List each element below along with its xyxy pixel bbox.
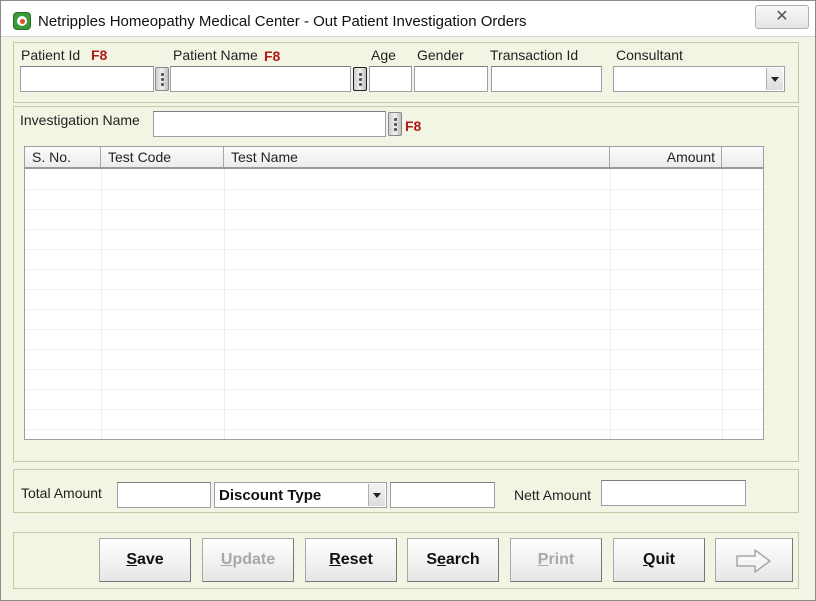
update-accelerator: U (220, 551, 233, 568)
print-label: rint (548, 551, 575, 568)
next-button[interactable] (715, 538, 793, 582)
row-divider (25, 269, 763, 270)
discount-type-selected-value: Discount Type (219, 487, 322, 504)
age-label: Age (371, 47, 396, 63)
investigation-lookup-button[interactable] (388, 112, 402, 136)
investigation-orders-window: Netripples Homeopathy Medical Center - O… (0, 0, 816, 601)
discount-value-input[interactable] (390, 482, 495, 508)
column-header-s-no[interactable]: S. No. (25, 147, 101, 167)
transaction-id-label: Transaction Id (490, 47, 579, 63)
patient-id-input[interactable] (20, 66, 154, 92)
row-divider (25, 249, 763, 250)
patient-id-label: Patient Id (21, 47, 81, 63)
search-label-start: S (426, 551, 437, 568)
reset-accelerator: R (329, 551, 341, 568)
chevron-down-icon[interactable] (368, 484, 385, 506)
investigation-name-label: Investigation Name (20, 112, 140, 128)
row-divider (25, 309, 763, 310)
consultant-label: Consultant (616, 47, 683, 63)
patient-name-lookup-button[interactable] (353, 67, 367, 91)
row-divider (25, 329, 763, 330)
column-header-amount[interactable]: Amount (610, 147, 722, 167)
row-divider (25, 209, 763, 210)
row-divider (25, 189, 763, 190)
column-header-test-code[interactable]: Test Code (101, 147, 224, 167)
patient-name-label: Patient Name (173, 47, 258, 63)
search-button[interactable]: Search (407, 538, 499, 582)
age-input[interactable] (369, 66, 412, 92)
gender-label: Gender (417, 47, 464, 63)
patient-id-lookup-button[interactable] (155, 67, 169, 91)
row-divider (25, 229, 763, 230)
nett-amount-input[interactable] (601, 480, 746, 506)
arrow-right-icon (736, 549, 771, 573)
update-label: pdate (232, 551, 276, 568)
discount-type-select[interactable]: Discount Type (214, 482, 387, 508)
row-divider (25, 289, 763, 290)
chevron-down-icon[interactable] (766, 68, 783, 90)
gender-input[interactable] (414, 66, 488, 92)
total-amount-input[interactable] (117, 482, 211, 508)
patient-name-input[interactable] (170, 66, 351, 92)
nett-amount-label: Nett Amount (514, 487, 592, 503)
investigation-name-input[interactable] (153, 111, 386, 137)
save-button[interactable]: Save (99, 538, 191, 582)
consultant-select[interactable] (613, 66, 785, 92)
investigation-table: S. No. Test Code Test Name Amount (24, 146, 764, 440)
search-accelerator: e (436, 551, 446, 568)
patient-name-hotkey: F8 (264, 48, 281, 64)
app-logo-icon (13, 12, 31, 30)
row-divider (25, 429, 763, 430)
investigation-hotkey: F8 (405, 118, 422, 134)
row-divider (25, 349, 763, 350)
quit-accelerator: Q (643, 551, 656, 568)
reset-button[interactable]: Reset (305, 538, 397, 582)
total-amount-label: Total Amount (21, 485, 102, 501)
title-bar: Netripples Homeopathy Medical Center - O… (1, 1, 815, 37)
update-button[interactable]: Update (202, 538, 294, 582)
window-title: Netripples Homeopathy Medical Center - O… (38, 13, 527, 30)
row-divider (25, 409, 763, 410)
save-accelerator: S (126, 551, 137, 568)
row-divider (25, 389, 763, 390)
print-button[interactable]: Print (510, 538, 602, 582)
quit-button[interactable]: Quit (613, 538, 705, 582)
close-button[interactable]: ✕ (755, 5, 809, 29)
save-label: ave (136, 551, 164, 568)
transaction-id-input[interactable] (491, 66, 602, 92)
table-header: S. No. Test Code Test Name Amount (25, 147, 763, 169)
search-label-end: arch (445, 551, 480, 568)
reset-label: eset (340, 551, 373, 568)
quit-label: uit (655, 551, 675, 568)
column-header-test-name[interactable]: Test Name (224, 147, 610, 167)
row-divider (25, 369, 763, 370)
print-accelerator: P (537, 551, 549, 568)
patient-id-hotkey: F8 (91, 47, 108, 63)
